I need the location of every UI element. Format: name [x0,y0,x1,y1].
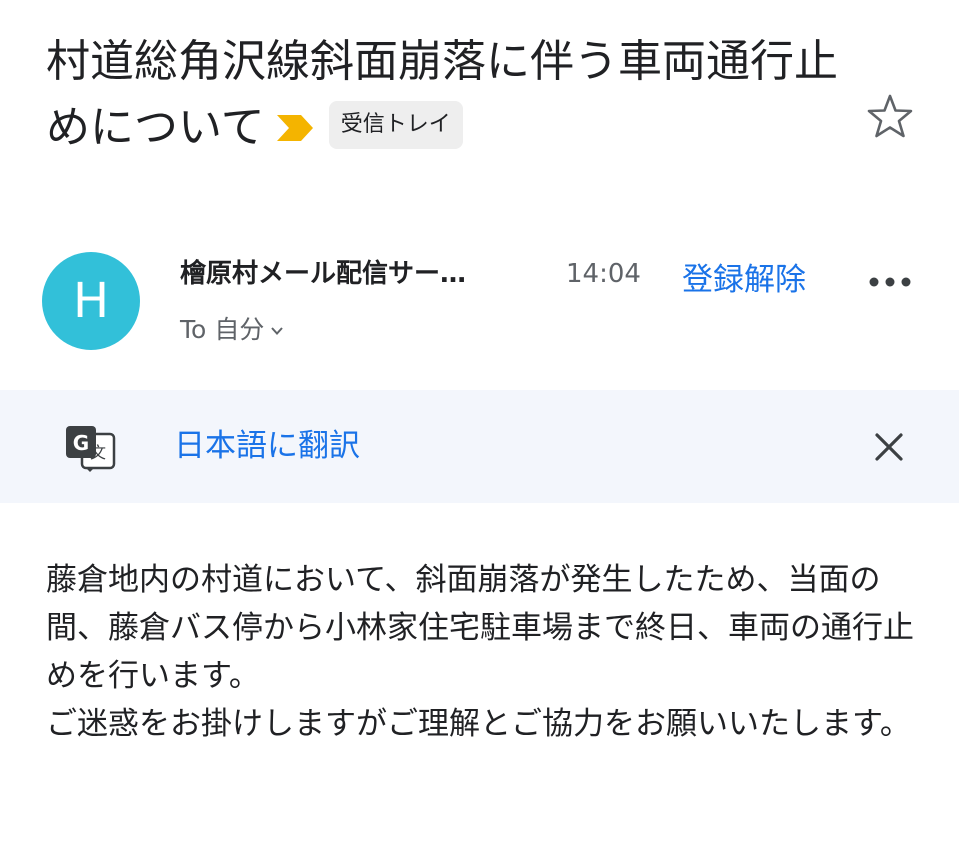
inbox-label-chip[interactable]: 受信トレイ [328,101,463,149]
sent-time: 14:04 [566,259,641,289]
sender-name[interactable]: 檜原村メール配信サー… [180,256,535,292]
translate-link[interactable]: 日本語に翻訳 [174,426,360,466]
close-icon[interactable] [872,430,906,464]
recipient-name: 自分 [214,315,265,344]
sender-avatar[interactable]: H [42,252,140,350]
importance-marker-icon[interactable] [275,113,315,143]
more-horizontal-icon[interactable] [866,270,914,294]
unsubscribe-link[interactable]: 登録解除 [682,262,806,298]
star-outline-icon[interactable] [864,91,916,143]
body-paragraph: 藤倉地内の村道において、斜面崩落が発生したため、当面の間、藤倉バス停から小林家住… [46,562,914,694]
svg-text:G: G [73,431,89,455]
chevron-down-icon [271,327,284,335]
google-translate-icon: 文 G [66,426,116,472]
body-paragraph: ご迷惑をお掛けしますがご理解とご協力をお願いいたします。 [46,706,911,742]
translate-bar: 文 G 日本語に翻訳 [0,390,959,503]
email-body: 藤倉地内の村道において、斜面崩落が発生したため、当面の間、藤倉バス停から小林家住… [46,556,926,748]
to-prefix: To [180,315,207,344]
recipient-toggle[interactable]: To 自分 [180,312,284,348]
email-subject: 村道総角沢線斜面崩落に伴う車両通行止めについて 受信トレイ [46,28,846,160]
